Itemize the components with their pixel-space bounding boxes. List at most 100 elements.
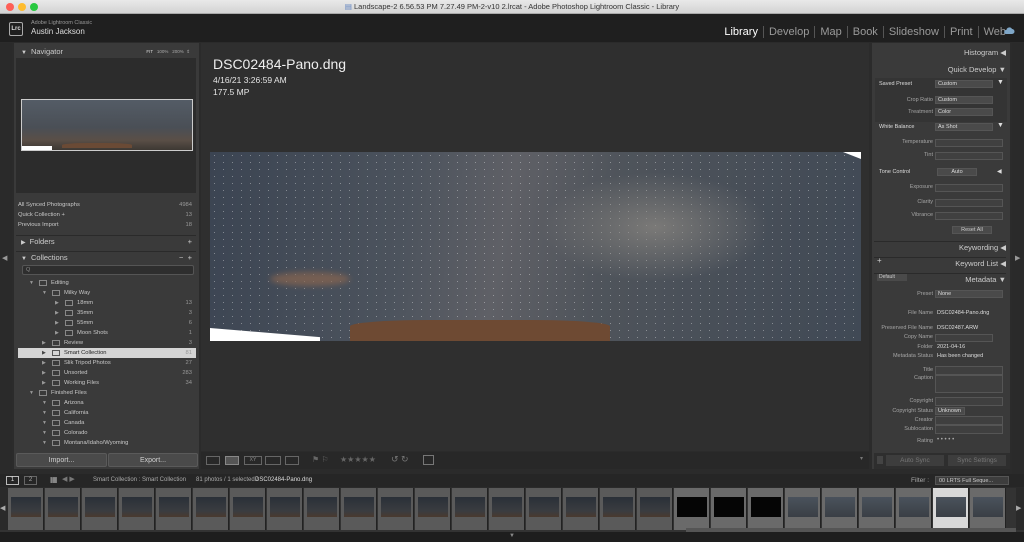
module-develop[interactable]: Develop: [762, 26, 814, 38]
close-window-button[interactable]: [6, 3, 14, 11]
survey-view-icon[interactable]: [265, 456, 281, 465]
collection-item[interactable]: ▼ California: [18, 408, 196, 418]
navigator-header[interactable]: ▼ Navigator FIT 100% 200% ⇕: [16, 46, 196, 57]
collection-item[interactable]: ▶ 18mm 13: [18, 298, 196, 308]
collection-item[interactable]: ▶ Moon Shots 1: [18, 328, 196, 338]
filmstrip-thumbnail[interactable]: [156, 488, 192, 530]
grid-icon[interactable]: ▦: [50, 475, 58, 484]
zoom-100[interactable]: 100%: [157, 49, 169, 54]
module-book[interactable]: Book: [846, 26, 883, 38]
second-screen-button[interactable]: 2: [24, 476, 37, 485]
bottom-panel-toggle-icon[interactable]: ▼: [509, 533, 515, 539]
vibrance-buttons[interactable]: [935, 212, 1003, 220]
collection-item[interactable]: ▼ Arizona: [18, 398, 196, 408]
collapse-triangle-icon[interactable]: ▼: [29, 278, 34, 288]
import-button[interactable]: Import...: [16, 453, 107, 467]
filmstrip-thumbnail[interactable]: [785, 488, 821, 530]
filter-preset-select[interactable]: 00 LRTS Full Seque...: [935, 476, 1009, 485]
filmstrip-thumbnail[interactable]: [896, 488, 932, 530]
sync-settings-button[interactable]: Sync Settings: [948, 455, 1006, 466]
sublocation-field[interactable]: [935, 425, 1003, 434]
toolbar-menu-icon[interactable]: ▾: [860, 455, 863, 462]
filmstrip-source[interactable]: Smart Collection : Smart Collection: [93, 477, 186, 483]
filmstrip-selected-file[interactable]: DSC02484-Pano.dng: [255, 477, 312, 483]
back-forward-icons[interactable]: ◀ ▶: [62, 475, 75, 483]
rating-dots[interactable]: • • • • •: [937, 437, 954, 443]
export-button[interactable]: Export...: [108, 453, 198, 467]
expand-triangle-icon[interactable]: ▶: [55, 298, 59, 308]
filmstrip-thumbnail[interactable]: [267, 488, 303, 530]
flag-icons[interactable]: ⚑ ⚐: [312, 455, 329, 464]
navigator-thumbnail[interactable]: [21, 99, 193, 151]
left-panel-toggle-icon[interactable]: ◀: [2, 254, 7, 262]
filmstrip-thumbnail[interactable]: [637, 488, 673, 530]
expand-triangle-icon[interactable]: ▶: [55, 318, 59, 328]
filmstrip-scroll-right-icon[interactable]: ▶: [1016, 488, 1024, 530]
grid-view-icon[interactable]: [206, 456, 220, 465]
collapse-triangle-icon[interactable]: ▼: [29, 388, 34, 398]
bottom-panel-edge[interactable]: ▼: [0, 532, 1024, 542]
filmstrip-thumbnail[interactable]: [119, 488, 155, 530]
keywording-header[interactable]: Keywording ◀: [874, 241, 1006, 252]
module-slideshow[interactable]: Slideshow: [882, 26, 944, 38]
collection-item[interactable]: ▼ Editing: [18, 278, 196, 288]
metadata-view-select[interactable]: Default: [877, 274, 907, 281]
clarity-buttons[interactable]: [935, 199, 1003, 207]
expand-triangle-icon[interactable]: ▶: [55, 308, 59, 318]
expand-triangle-icon[interactable]: ▶: [42, 378, 46, 388]
filmstrip-thumbnail[interactable]: [415, 488, 451, 530]
quick-develop-header[interactable]: Quick Develop ▼: [874, 64, 1006, 75]
zoom-200[interactable]: 200%: [172, 49, 184, 54]
module-print[interactable]: Print: [943, 26, 978, 38]
zoom-fit[interactable]: FIT: [146, 49, 153, 54]
filmstrip-thumbnail[interactable]: [193, 488, 229, 530]
collapse-triangle-icon[interactable]: ▼: [42, 428, 47, 438]
collection-item[interactable]: ▶ Unsorted 283: [18, 368, 196, 378]
expand-triangle-icon[interactable]: ▶: [42, 338, 46, 348]
creator-field[interactable]: [935, 416, 1003, 425]
copyright-status-select[interactable]: Unknown: [935, 407, 965, 415]
folder-value[interactable]: 2021-04-16: [937, 344, 965, 350]
metadata-status-value[interactable]: Has been changed: [937, 353, 983, 359]
crop-ratio-select[interactable]: Custom: [935, 96, 993, 104]
minimize-window-button[interactable]: [18, 3, 26, 11]
collapse-triangle-icon[interactable]: ▼: [42, 408, 47, 418]
loupe-view-icon[interactable]: [225, 456, 239, 465]
collection-item[interactable]: ▼ Canada: [18, 418, 196, 428]
collapse-triangle-icon[interactable]: ▼: [997, 79, 1004, 86]
module-library[interactable]: Library: [719, 26, 763, 38]
auto-tone-button[interactable]: Auto: [937, 168, 977, 176]
saved-preset-select[interactable]: Custom: [935, 80, 993, 88]
file-name-value[interactable]: DSC02484-Pano.dng: [937, 310, 989, 316]
filmstrip-thumbnail[interactable]: [970, 488, 1006, 530]
catalog-item[interactable]: Quick Collection +13: [18, 210, 196, 220]
sync-toggle-icon[interactable]: [877, 456, 883, 464]
exposure-buttons[interactable]: [935, 184, 1003, 192]
expand-triangle-icon[interactable]: ▶: [42, 348, 46, 358]
folders-header[interactable]: ▶ Folders +: [16, 235, 196, 246]
crop-overlay-icon[interactable]: [423, 455, 434, 465]
collection-item[interactable]: ▼ Finished Files: [18, 388, 196, 398]
collection-item[interactable]: ▼ Colorado: [18, 428, 196, 438]
filmstrip-thumbnail[interactable]: [933, 488, 969, 530]
keyword-list-header[interactable]: Keyword List ◀: [874, 257, 1006, 268]
metadata-preset-select[interactable]: None: [935, 290, 1003, 298]
collapse-triangle-icon[interactable]: ▼: [42, 398, 47, 408]
expand-triangle-icon[interactable]: ◀: [997, 168, 1002, 175]
collection-filter-input[interactable]: Q: [22, 265, 194, 275]
rating-stars-icon[interactable]: ★★★★★: [340, 455, 376, 464]
collection-item[interactable]: ▶ Slik Tripod Photos 27: [18, 358, 196, 368]
zoom-window-button[interactable]: [30, 3, 38, 11]
filmstrip-thumbnail[interactable]: [600, 488, 636, 530]
collapse-triangle-icon[interactable]: ▼: [42, 288, 47, 298]
collection-item[interactable]: ▶ Review 3: [18, 338, 196, 348]
filmstrip-thumbnail[interactable]: [711, 488, 747, 530]
filmstrip-scroll-left-icon[interactable]: ◀: [0, 488, 8, 530]
collapse-triangle-icon[interactable]: ▼: [42, 418, 47, 428]
title-field[interactable]: [935, 366, 1003, 375]
module-map[interactable]: Map: [814, 26, 846, 38]
remove-collection-icon[interactable]: −: [179, 253, 183, 262]
zoom-stepper-icon[interactable]: ⇕: [186, 49, 190, 54]
collection-item[interactable]: ▶ 35mm 3: [18, 308, 196, 318]
filmstrip-thumbnail[interactable]: [859, 488, 895, 530]
